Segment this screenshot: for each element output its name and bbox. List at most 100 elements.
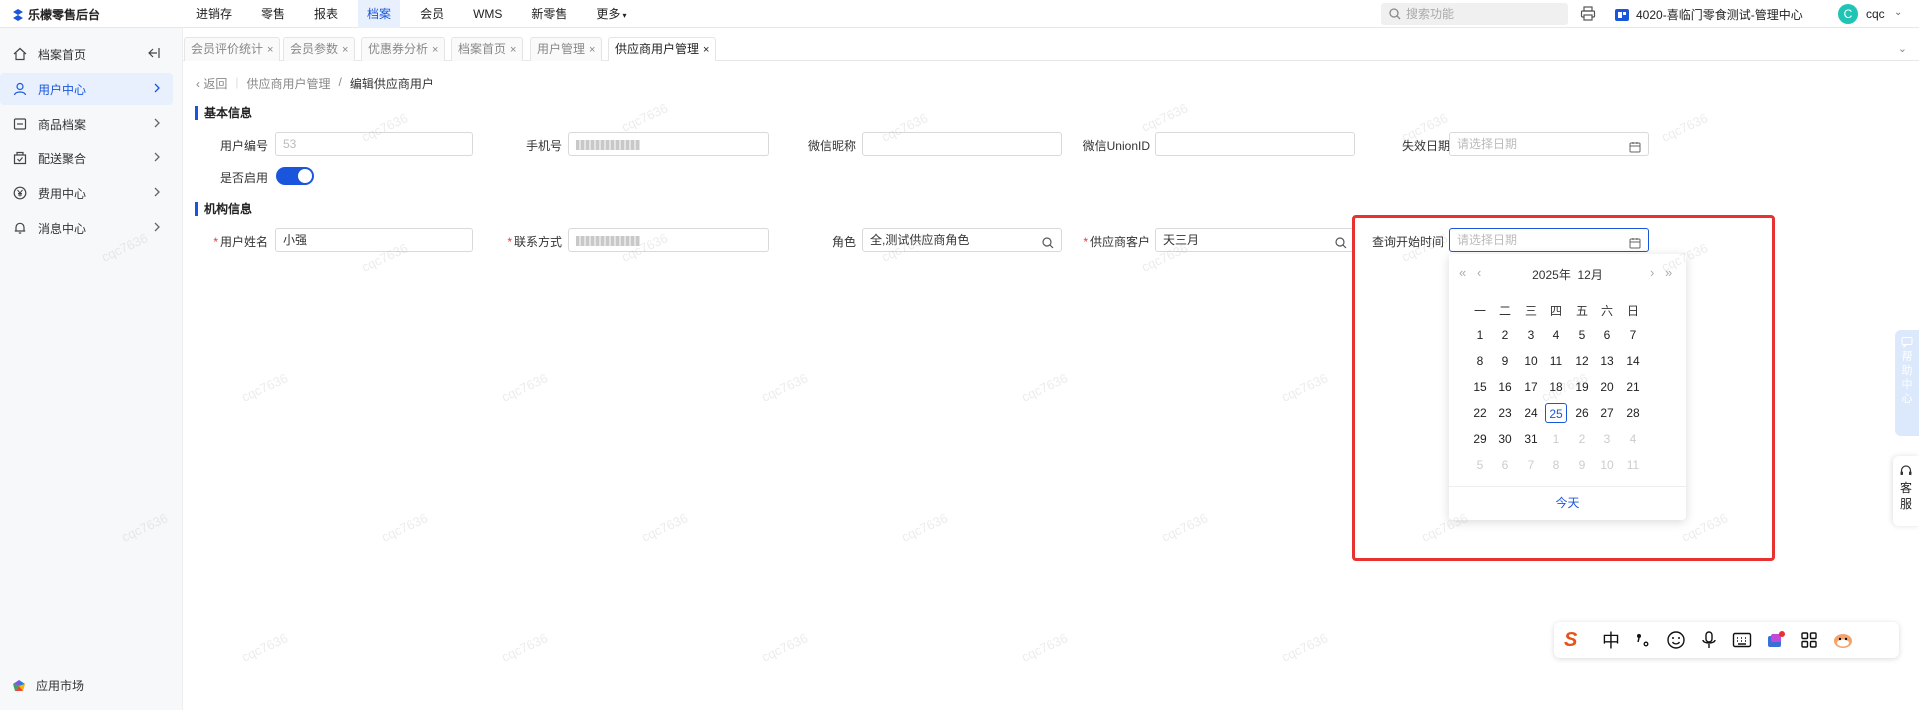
- close-icon[interactable]: ×: [510, 44, 516, 56]
- sidebar-item-delivery[interactable]: 配送聚合: [0, 142, 173, 174]
- sidebar-item-expense[interactable]: 费用中心: [0, 177, 173, 209]
- app-market-link[interactable]: 应用市场: [12, 677, 84, 694]
- tab-archive-home[interactable]: 档案首页 ×: [451, 37, 524, 61]
- store-switcher[interactable]: 4020-喜临门零食测试-管理中心: [1614, 6, 1803, 23]
- expire-date-picker[interactable]: 请选择日期: [1449, 132, 1649, 156]
- supplier-field[interactable]: 天三月: [1155, 228, 1355, 252]
- topnav-item[interactable]: 零售: [252, 0, 294, 28]
- calendar-day[interactable]: 14: [1622, 351, 1644, 371]
- calendar-day[interactable]: 11: [1622, 455, 1644, 475]
- customer-service-tab[interactable]: 客服: [1893, 456, 1919, 526]
- topnav-more[interactable]: 更多 ▾: [587, 0, 635, 28]
- topnav-item[interactable]: 报表: [305, 0, 347, 28]
- calendar-day[interactable]: 17: [1520, 377, 1542, 397]
- calendar-day[interactable]: 18: [1545, 377, 1567, 397]
- contact-field[interactable]: [568, 228, 769, 252]
- topnav-item[interactable]: 新零售: [522, 0, 576, 28]
- mascot-icon[interactable]: [1832, 630, 1854, 650]
- microphone-icon[interactable]: [1700, 630, 1718, 650]
- topnav-item[interactable]: 进销存: [187, 0, 241, 28]
- calendar-day[interactable]: 3: [1520, 325, 1542, 345]
- calendar-day[interactable]: 7: [1622, 325, 1644, 345]
- calendar-day[interactable]: 1: [1545, 429, 1567, 449]
- calendar-day[interactable]: 3: [1596, 429, 1618, 449]
- calendar-day[interactable]: 9: [1494, 351, 1516, 371]
- calendar-day[interactable]: 4: [1545, 325, 1567, 345]
- calendar-month[interactable]: 12月: [1578, 268, 1603, 282]
- calendar-day[interactable]: 25: [1545, 403, 1567, 423]
- calendar-day[interactable]: 13: [1596, 351, 1618, 371]
- skin-icon[interactable]: [1766, 630, 1786, 650]
- app-logo[interactable]: 乐檬零售后台: [12, 6, 100, 23]
- punctuation-icon[interactable]: [1634, 631, 1652, 649]
- calendar-day[interactable]: 5: [1571, 325, 1593, 345]
- phone-field[interactable]: [568, 132, 769, 156]
- chevron-down-icon[interactable]: ⌄: [1898, 42, 1907, 55]
- tab-coupon-analysis[interactable]: 优惠券分析 ×: [361, 37, 446, 61]
- ime-lang-toggle[interactable]: 中: [1602, 627, 1620, 653]
- function-search-input[interactable]: 搜索功能: [1381, 3, 1568, 25]
- calendar-day[interactable]: 1: [1469, 325, 1491, 345]
- calendar-day[interactable]: 29: [1469, 429, 1491, 449]
- tab-member-params[interactable]: 会员参数 ×: [283, 37, 356, 61]
- close-icon[interactable]: ×: [703, 44, 709, 56]
- calendar-day[interactable]: 30: [1494, 429, 1516, 449]
- calendar-day[interactable]: 7: [1520, 455, 1542, 475]
- avatar[interactable]: C: [1838, 4, 1858, 24]
- sidebar-item-archive-home[interactable]: 档案首页: [0, 38, 173, 70]
- close-icon[interactable]: ×: [589, 44, 595, 56]
- close-icon[interactable]: ×: [342, 44, 348, 56]
- calendar-day[interactable]: 10: [1520, 351, 1542, 371]
- close-icon[interactable]: ×: [267, 44, 273, 56]
- calendar-day[interactable]: 20: [1596, 377, 1618, 397]
- next-month-icon[interactable]: ›: [1650, 265, 1654, 280]
- calendar-day[interactable]: 11: [1545, 351, 1567, 371]
- calendar-day[interactable]: 12: [1571, 351, 1593, 371]
- calendar-day[interactable]: 2: [1571, 429, 1593, 449]
- sidebar-item-goods-archive[interactable]: 商品档案: [0, 108, 173, 140]
- calendar-day[interactable]: 24: [1520, 403, 1542, 423]
- calendar-day[interactable]: 9: [1571, 455, 1593, 475]
- emoji-icon[interactable]: [1666, 630, 1686, 650]
- close-icon[interactable]: ×: [432, 44, 438, 56]
- collapse-sidebar-icon[interactable]: [147, 47, 161, 62]
- calendar-day[interactable]: 10: [1596, 455, 1618, 475]
- calendar-day[interactable]: 6: [1494, 455, 1516, 475]
- next-year-icon[interactable]: »: [1665, 265, 1672, 280]
- role-field[interactable]: 全,测试供应商角色: [862, 228, 1062, 252]
- enabled-toggle[interactable]: [276, 167, 314, 185]
- today-button[interactable]: 今天: [1449, 486, 1686, 520]
- topnav-item-active[interactable]: 档案: [358, 0, 401, 28]
- tab-member-eval[interactable]: 会员评价统计 ×: [184, 37, 281, 61]
- help-center-tab[interactable]: 帮助中心: [1895, 330, 1919, 436]
- calendar-day[interactable]: 22: [1469, 403, 1491, 423]
- calendar-day[interactable]: 2: [1494, 325, 1516, 345]
- sidebar-item-message[interactable]: 消息中心: [0, 212, 173, 244]
- wechat-nick-field[interactable]: [862, 132, 1062, 156]
- username[interactable]: cqc: [1866, 7, 1885, 21]
- calendar-day[interactable]: 28: [1622, 403, 1644, 423]
- grid-apps-icon[interactable]: [1800, 631, 1818, 649]
- calendar-day[interactable]: 16: [1494, 377, 1516, 397]
- user-name-field[interactable]: 小强: [275, 228, 473, 252]
- printer-icon[interactable]: [1580, 6, 1596, 22]
- calendar-year[interactable]: 2025年: [1532, 268, 1571, 282]
- calendar-day[interactable]: 6: [1596, 325, 1618, 345]
- calendar-day[interactable]: 5: [1469, 455, 1491, 475]
- calendar-day[interactable]: 4: [1622, 429, 1644, 449]
- topnav-item[interactable]: WMS: [464, 0, 511, 28]
- calendar-day[interactable]: 26: [1571, 403, 1593, 423]
- calendar-day[interactable]: 21: [1622, 377, 1644, 397]
- back-link[interactable]: ‹ 返回: [196, 75, 227, 92]
- calendar-day[interactable]: 27: [1596, 403, 1618, 423]
- tab-supplier-user-manage[interactable]: 供应商用户管理 ×: [608, 37, 717, 61]
- calendar-day[interactable]: 23: [1494, 403, 1516, 423]
- search-icon[interactable]: [1042, 234, 1054, 256]
- keyboard-icon[interactable]: [1732, 631, 1752, 649]
- breadcrumb-parent[interactable]: 供应商用户管理: [246, 75, 330, 92]
- search-icon[interactable]: [1335, 234, 1347, 256]
- wechat-union-field[interactable]: [1155, 132, 1355, 156]
- calendar-day[interactable]: 19: [1571, 377, 1593, 397]
- sidebar-item-user-center[interactable]: 用户中心: [0, 73, 173, 105]
- tab-user-manage[interactable]: 用户管理 ×: [530, 37, 603, 61]
